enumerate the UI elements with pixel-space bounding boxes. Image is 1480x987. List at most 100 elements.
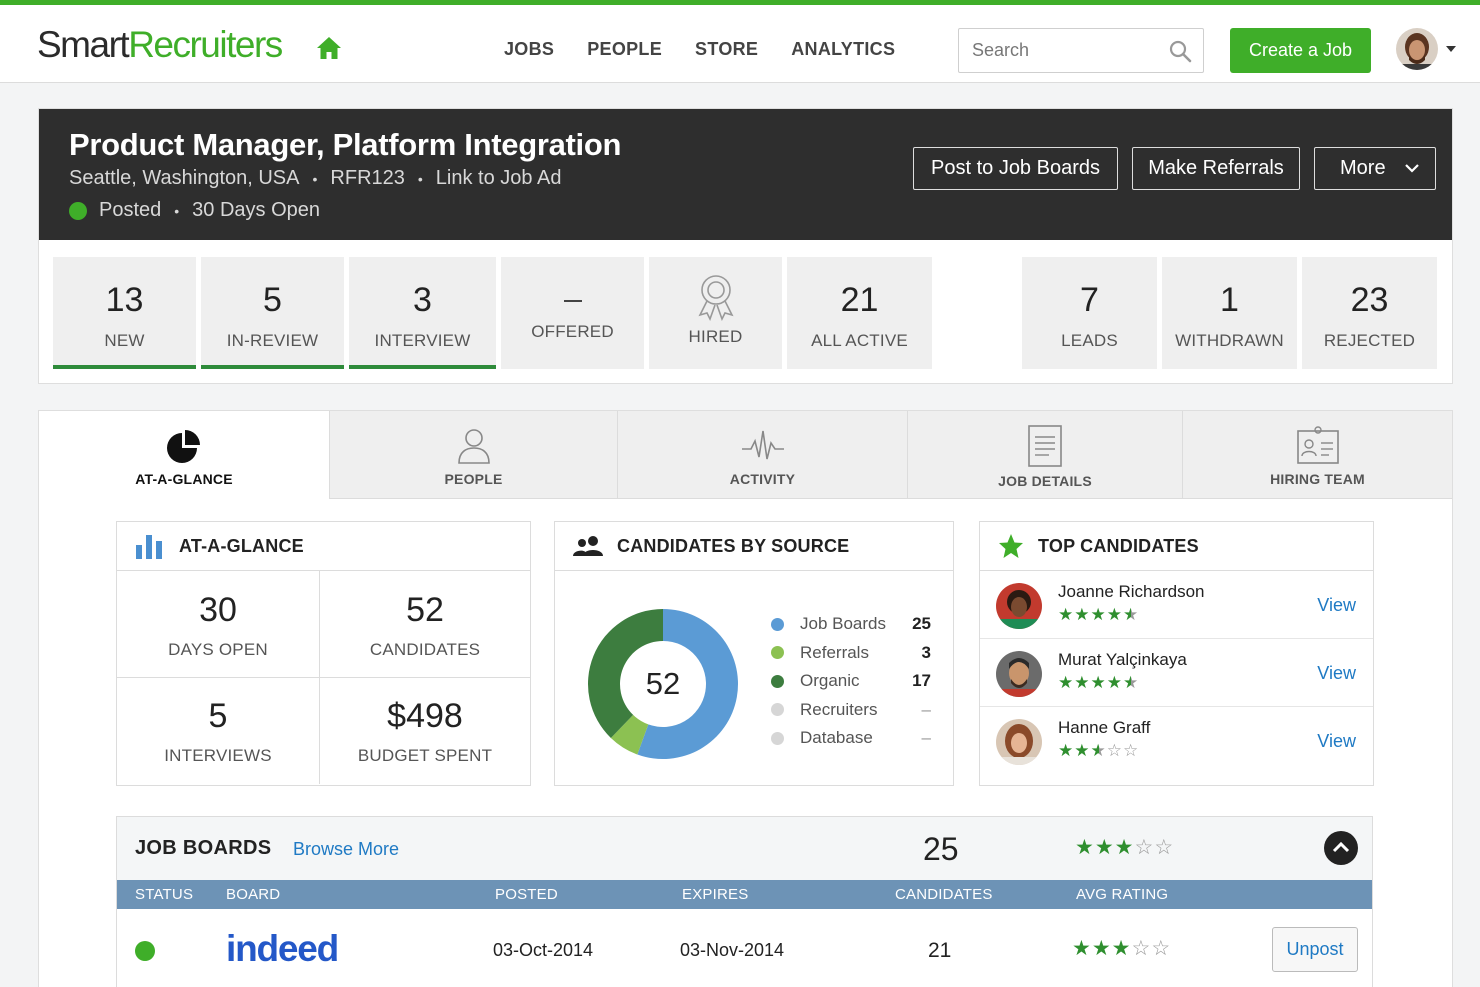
column-header-board[interactable]: BOARD xyxy=(226,886,280,903)
legend-dot xyxy=(771,646,784,660)
posted-status-dot-icon xyxy=(135,941,155,961)
at-a-glance-box: AT-A-GLANCE 30 DAYS OPEN 52 CANDIDATES 5… xyxy=(116,521,531,786)
tab-job-details[interactable]: JOB DETAILS xyxy=(907,411,1182,499)
person-icon xyxy=(457,429,490,464)
smartrecruiters-logo[interactable]: SmartRecruiters xyxy=(37,23,283,67)
pie-chart-icon xyxy=(167,430,200,463)
stage-label: ALL ACTIVE xyxy=(811,331,908,350)
separator-dot: • xyxy=(174,202,180,219)
star-filled-icon: ★ xyxy=(1094,836,1115,859)
unpost-button[interactable]: Unpost xyxy=(1272,927,1358,972)
box-header: TOP CANDIDATES xyxy=(980,522,1373,571)
glance-value: 52 xyxy=(406,591,444,629)
award-icon xyxy=(697,275,734,321)
tab-people[interactable]: PEOPLE xyxy=(329,411,617,499)
stage-leads[interactable]: 7 LEADS xyxy=(1022,257,1157,369)
stage-count: 3 xyxy=(413,281,432,319)
legend-referrals: Referrals 3 xyxy=(771,639,931,668)
job-location: Seattle, Washington, USA xyxy=(69,167,300,189)
glance-candidates: 52 CANDIDATES xyxy=(320,571,530,678)
job-boards-section: JOB BOARDS Browse More 25 ★★★☆☆ STATUS B… xyxy=(116,816,1373,987)
nav-store[interactable]: STORE xyxy=(695,39,758,60)
candidate-avatar xyxy=(996,651,1042,697)
stage-all-active[interactable]: 21 ALL ACTIVE xyxy=(787,257,932,369)
nav-jobs[interactable]: JOBS xyxy=(504,39,554,60)
view-candidate-link[interactable]: View xyxy=(1317,663,1356,684)
link-to-job-ad[interactable]: Link to Job Ad xyxy=(436,167,562,190)
candidate-row[interactable]: Hanne Graff ★★★☆☆ View xyxy=(980,707,1373,775)
user-avatar[interactable] xyxy=(1396,28,1438,70)
candidate-name: Murat Yalçinkaya xyxy=(1058,650,1187,669)
job-boards-header: JOB BOARDS Browse More 25 ★★★☆☆ xyxy=(117,817,1372,880)
status-dot-icon xyxy=(69,201,87,220)
column-header-posted[interactable]: POSTED xyxy=(495,886,558,903)
star-empty-icon: ☆ xyxy=(1151,937,1172,960)
stage-hired[interactable]: HIRED xyxy=(649,257,782,369)
column-header-expires[interactable]: EXPIRES xyxy=(682,886,748,903)
star-half-icon: ★ xyxy=(1123,605,1140,624)
search-input[interactable] xyxy=(972,40,1162,61)
star-filled-icon: ★ xyxy=(1074,605,1091,624)
stage-new[interactable]: 13 NEW xyxy=(53,257,196,369)
id-card-icon xyxy=(1296,426,1339,464)
stage-offered[interactable]: OFFERED xyxy=(501,257,644,369)
tab-at-a-glance[interactable]: AT-A-GLANCE xyxy=(39,411,329,499)
stage-interview[interactable]: 3 INTERVIEW xyxy=(349,257,496,369)
job-boards-table-header: STATUS BOARD POSTED EXPIRES CANDIDATES A… xyxy=(117,880,1372,909)
stage-label: NEW xyxy=(104,331,145,350)
chevron-up-icon xyxy=(1332,841,1350,853)
star-filled-icon: ★ xyxy=(1091,937,1112,960)
view-candidate-link[interactable]: View xyxy=(1317,595,1356,616)
stage-in-review[interactable]: 5 IN-REVIEW xyxy=(201,257,344,369)
home-icon[interactable] xyxy=(316,36,342,60)
make-referrals-button[interactable]: Make Referrals xyxy=(1132,147,1300,190)
candidates-by-source-box: CANDIDATES BY SOURCE 52 Job Boards 25 Re… xyxy=(554,521,954,786)
star-filled-icon: ★ xyxy=(1058,673,1075,692)
search-icon[interactable] xyxy=(1168,39,1192,63)
glance-label: DAYS OPEN xyxy=(168,640,268,659)
nav-people[interactable]: PEOPLE xyxy=(587,39,662,60)
column-header-status[interactable]: STATUS xyxy=(135,886,193,903)
tab-activity[interactable]: ACTIVITY xyxy=(617,411,907,499)
legend-recruiters: Recruiters – xyxy=(771,696,931,725)
source-legend: Job Boards 25 Referrals 3 Organic 17 Rec… xyxy=(771,610,931,753)
top-candidates-box: TOP CANDIDATES Joanne Richardson ★★★★★ V… xyxy=(979,521,1374,786)
job-detail-panel: AT-A-GLANCE PEOPLE ACTIVITY JOB DETAILS … xyxy=(38,410,1453,987)
post-to-job-boards-button[interactable]: Post to Job Boards xyxy=(913,147,1118,190)
candidate-rating-stars: ★★★☆☆ xyxy=(1058,741,1139,761)
star-filled-icon: ★ xyxy=(1074,741,1091,760)
tab-hiring-team[interactable]: HIRING TEAM xyxy=(1182,411,1452,499)
candidate-row[interactable]: Murat Yalçinkaya ★★★★★ View xyxy=(980,639,1373,707)
stage-count: 13 xyxy=(105,281,144,319)
candidate-rating-stars: ★★★★★ xyxy=(1058,673,1139,693)
stage-rejected[interactable]: 23 REJECTED xyxy=(1302,257,1437,369)
more-button-label: More xyxy=(1340,157,1386,179)
job-boards-rating-stars: ★★★☆☆ xyxy=(1075,835,1174,860)
more-button[interactable]: More xyxy=(1314,147,1436,190)
legend-dot xyxy=(771,731,784,745)
indeed-logo: indeed xyxy=(226,928,339,969)
view-candidate-link[interactable]: View xyxy=(1317,731,1356,752)
candidate-row[interactable]: Joanne Richardson ★★★★★ View xyxy=(980,571,1373,639)
user-menu-caret-icon[interactable] xyxy=(1446,46,1456,52)
stage-count: 1 xyxy=(1220,281,1239,319)
create-job-button[interactable]: Create a Job xyxy=(1230,28,1371,73)
main-nav: JOBS PEOPLE STORE ANALYTICS xyxy=(504,39,928,60)
star-filled-icon: ★ xyxy=(1090,673,1107,692)
days-open-label: 30 Days Open xyxy=(192,199,321,221)
donut-total: 52 xyxy=(645,666,681,701)
column-header-candidates[interactable]: CANDIDATES xyxy=(895,886,993,903)
star-filled-icon: ★ xyxy=(1074,673,1091,692)
nav-analytics[interactable]: ANALYTICS xyxy=(791,39,895,60)
candidate-name: Hanne Graff xyxy=(1058,718,1151,737)
stage-withdrawn[interactable]: 1 WITHDRAWN xyxy=(1162,257,1297,369)
job-status-label: Posted xyxy=(99,199,162,221)
stage-label: WITHDRAWN xyxy=(1175,331,1284,350)
glance-days-open: 30 DAYS OPEN xyxy=(117,571,320,678)
glance-budget-spent: $498 BUDGET SPENT xyxy=(320,677,530,784)
browse-more-link[interactable]: Browse More xyxy=(293,839,399,860)
stage-count: 5 xyxy=(263,281,282,319)
column-header-avg-rating[interactable]: AVG RATING xyxy=(1076,886,1168,903)
collapse-button[interactable] xyxy=(1324,831,1358,865)
pulse-icon xyxy=(741,430,784,460)
